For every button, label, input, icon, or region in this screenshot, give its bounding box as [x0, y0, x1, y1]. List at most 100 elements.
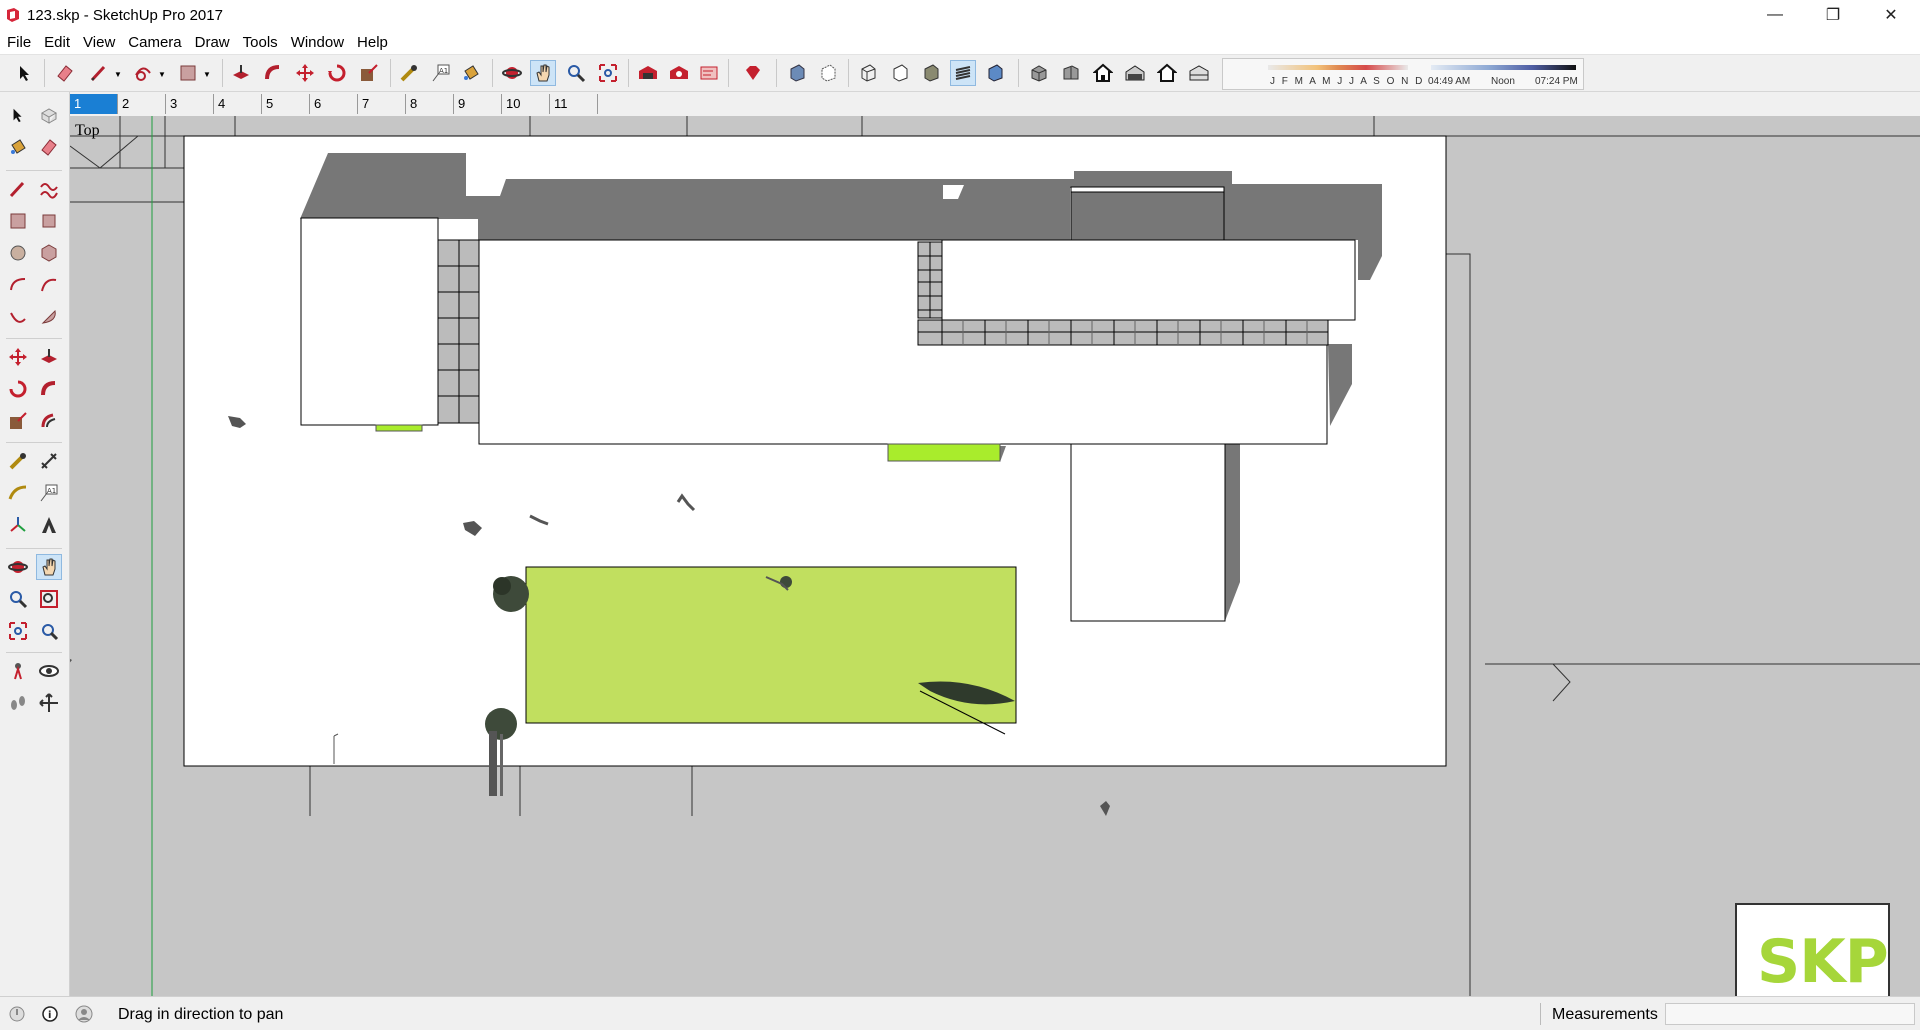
palette-zoom-window-button[interactable] — [36, 586, 62, 612]
xray-style-button[interactable] — [784, 60, 810, 86]
scene-tab-11[interactable]: 11 — [550, 94, 598, 114]
text-tool-button[interactable]: A1 — [428, 60, 454, 86]
scale-tool-button[interactable] — [356, 60, 382, 86]
back-view-button[interactable] — [1154, 60, 1180, 86]
restore-button[interactable]: ❐ — [1804, 0, 1862, 30]
rectangle-tool-button[interactable] — [175, 60, 201, 86]
palette-walk-button[interactable] — [5, 690, 31, 716]
palette-rotate-button[interactable] — [5, 376, 31, 402]
palette-rectangle-button[interactable] — [5, 208, 31, 234]
monochrome-style-button[interactable] — [982, 60, 1008, 86]
ruby-console-button[interactable] — [740, 60, 766, 86]
front-view-button[interactable] — [1090, 60, 1116, 86]
palette-component-button[interactable] — [36, 102, 62, 128]
palette-circle-button[interactable] — [5, 240, 31, 266]
rotate-tool-button[interactable] — [324, 60, 350, 86]
date-slider[interactable] — [1268, 65, 1408, 70]
scene-tab-8[interactable]: 8 — [406, 94, 454, 114]
menu-window[interactable]: Window — [284, 34, 350, 51]
palette-position-camera-button[interactable] — [5, 658, 31, 684]
pan-tool-button[interactable] — [530, 60, 556, 86]
palette-follow-me-button[interactable] — [36, 376, 62, 402]
palette-zoom-button[interactable] — [5, 586, 31, 612]
line-tool-button[interactable] — [86, 60, 112, 86]
menu-view[interactable]: View — [76, 34, 121, 51]
push-pull-tool-button[interactable] — [228, 60, 254, 86]
menu-help[interactable]: Help — [350, 34, 394, 51]
menu-edit[interactable]: Edit — [37, 34, 76, 51]
send-to-layout-button[interactable] — [697, 60, 723, 86]
right-view-button[interactable] — [1122, 60, 1148, 86]
palette-section-plane-button[interactable] — [36, 690, 62, 716]
close-button[interactable]: ✕ — [1862, 0, 1920, 30]
palette-text-button[interactable]: A1 — [36, 480, 62, 506]
geo-location-icon[interactable] — [8, 1005, 26, 1023]
palette-paint-button[interactable] — [5, 134, 31, 160]
scene-tab-5[interactable]: 5 — [262, 94, 310, 114]
palette-dimension-button[interactable] — [36, 448, 62, 474]
follow-me-tool-button[interactable] — [260, 60, 286, 86]
palette-push-pull-button[interactable] — [36, 344, 62, 370]
palette-freehand-button[interactable] — [36, 176, 62, 202]
palette-zoom-extents-button[interactable] — [5, 618, 31, 644]
user-account-icon[interactable] — [75, 1005, 93, 1023]
select-tool-button[interactable] — [12, 60, 38, 86]
wireframe-style-button[interactable] — [855, 60, 881, 86]
palette-tape-measure-button[interactable] — [5, 448, 31, 474]
orbit-tool-button[interactable] — [499, 60, 525, 86]
palette-pie-button[interactable] — [36, 304, 62, 330]
shaded-style-button[interactable] — [918, 60, 944, 86]
extension-warehouse-button[interactable] — [666, 60, 692, 86]
palette-3d-text-button[interactable] — [36, 512, 62, 538]
time-slider[interactable] — [1431, 65, 1576, 70]
palette-offset-button[interactable] — [36, 408, 62, 434]
menu-file[interactable]: File — [0, 34, 37, 51]
palette-arc-button[interactable] — [5, 272, 31, 298]
scene-tab-7[interactable]: 7 — [358, 94, 406, 114]
top-view-button[interactable] — [1058, 60, 1084, 86]
warehouse-button[interactable] — [635, 60, 661, 86]
scene-tab-1[interactable]: 1 — [70, 94, 118, 114]
scene-tab-4[interactable]: 4 — [214, 94, 262, 114]
hidden-line-style-button[interactable] — [887, 60, 913, 86]
credits-info-icon[interactable]: i — [41, 1005, 59, 1023]
back-edges-style-button[interactable] — [815, 60, 841, 86]
palette-scale-button[interactable] — [5, 408, 31, 434]
zoom-tool-button[interactable] — [563, 60, 589, 86]
palette-pan-button[interactable] — [36, 554, 62, 580]
palette-orbit-button[interactable] — [5, 554, 31, 580]
palette-2pt-arc-button[interactable] — [36, 272, 62, 298]
eraser-tool-button[interactable] — [52, 60, 78, 86]
scene-tab-10[interactable]: 10 — [502, 94, 550, 114]
tape-measure-tool-button[interactable] — [396, 60, 422, 86]
palette-select-button[interactable] — [5, 102, 31, 128]
menu-tools[interactable]: Tools — [236, 34, 284, 51]
scene-tab-3[interactable]: 3 — [166, 94, 214, 114]
palette-rotated-rectangle-button[interactable] — [36, 208, 62, 234]
palette-previous-view-button[interactable] — [36, 618, 62, 644]
palette-eraser-button[interactable] — [36, 134, 62, 160]
scene-tab-2[interactable]: 2 — [118, 94, 166, 114]
zoom-extents-tool-button[interactable] — [595, 60, 621, 86]
palette-axes-button[interactable] — [5, 512, 31, 538]
menu-draw[interactable]: Draw — [188, 34, 236, 51]
menu-camera[interactable]: Camera — [121, 34, 187, 51]
scene-tab-9[interactable]: 9 — [454, 94, 502, 114]
move-tool-button[interactable] — [292, 60, 318, 86]
left-view-button[interactable] — [1186, 60, 1212, 86]
scene-tab-6[interactable]: 6 — [310, 94, 358, 114]
iso-view-button[interactable] — [1026, 60, 1052, 86]
palette-protractor-button[interactable] — [5, 480, 31, 506]
palette-move-button[interactable] — [5, 344, 31, 370]
shaded-textures-style-button[interactable] — [950, 60, 976, 86]
shapes-tool-button[interactable] — [130, 60, 156, 86]
palette-look-around-button[interactable] — [36, 658, 62, 684]
palette-polygon-button[interactable] — [36, 240, 62, 266]
minimize-button[interactable]: — — [1746, 0, 1804, 30]
measurements-input[interactable] — [1665, 1003, 1915, 1025]
palette-line-button[interactable] — [5, 176, 31, 202]
xray-icon — [790, 64, 805, 82]
palette-3pt-arc-button[interactable] — [5, 304, 31, 330]
paint-bucket-tool-button[interactable] — [458, 60, 484, 86]
model-viewport[interactable]: Top — [70, 116, 1920, 996]
